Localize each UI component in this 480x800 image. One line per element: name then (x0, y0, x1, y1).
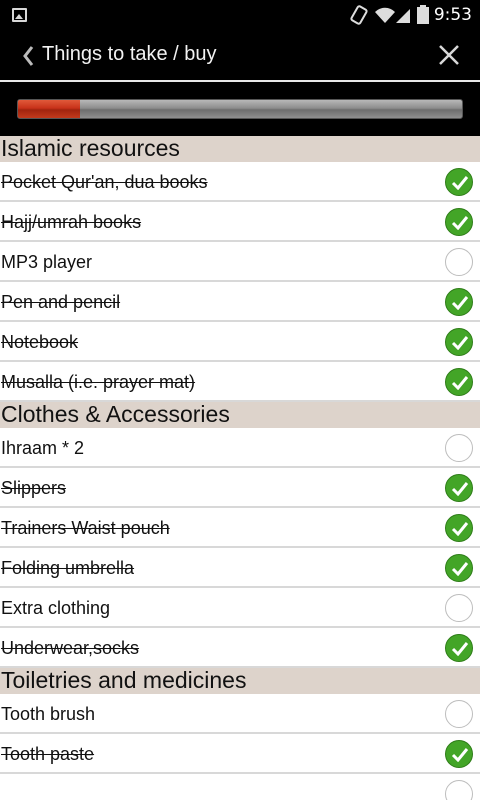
item-label: Slippers (1, 478, 67, 498)
checked-circle-icon[interactable] (445, 634, 473, 662)
item-label: Notebook (1, 332, 79, 352)
list-item[interactable]: Underwear,socks (0, 628, 480, 668)
checked-circle-icon[interactable] (445, 288, 473, 316)
item-label: Tooth brush (1, 704, 96, 724)
list-item[interactable] (0, 774, 480, 800)
unchecked-circle-icon[interactable] (445, 780, 473, 800)
list-item[interactable]: Musalla (i.e. prayer mat) (0, 362, 480, 402)
item-label: Pocket Qur'an, dua books (1, 172, 208, 192)
item-label: Extra clothing (1, 598, 111, 618)
back-chevron-icon[interactable] (22, 45, 34, 67)
rotation-icon (350, 5, 368, 25)
checked-circle-icon[interactable] (445, 740, 473, 768)
item-label: Underwear,socks (1, 638, 140, 658)
progress-area (0, 82, 480, 136)
unchecked-circle-icon[interactable] (445, 434, 473, 462)
checked-circle-icon[interactable] (445, 368, 473, 396)
list-item[interactable]: Tooth paste (0, 734, 480, 774)
list-item[interactable]: Hajj/umrah books (0, 202, 480, 242)
signal-icon (396, 9, 410, 23)
checked-circle-icon[interactable] (445, 554, 473, 582)
list-item[interactable]: Extra clothing (0, 588, 480, 628)
status-bar: 9:53 (0, 0, 480, 30)
list-item[interactable]: Pocket Qur'an, dua books (0, 162, 480, 202)
list-item[interactable]: Slippers (0, 468, 480, 508)
list-item[interactable]: Tooth brush (0, 694, 480, 734)
item-label: Hajj/umrah books (1, 212, 142, 232)
section-header: Toiletries and medicines (0, 668, 480, 694)
list-item[interactable]: Folding umbrella (0, 548, 480, 588)
gallery-notification-icon (12, 8, 27, 22)
close-icon[interactable] (438, 44, 460, 66)
list-item[interactable]: MP3 player (0, 242, 480, 282)
list-item[interactable]: Pen and pencil (0, 282, 480, 322)
progress-bar (17, 99, 463, 119)
item-label: Folding umbrella (1, 558, 135, 578)
section-header: Islamic resources (0, 136, 480, 162)
progress-fill (18, 100, 81, 118)
checked-circle-icon[interactable] (445, 328, 473, 356)
unchecked-circle-icon[interactable] (445, 248, 473, 276)
item-label: Pen and pencil (1, 292, 121, 312)
list-item[interactable]: Notebook (0, 322, 480, 362)
checked-circle-icon[interactable] (445, 474, 473, 502)
checked-circle-icon[interactable] (445, 168, 473, 196)
item-label: MP3 player (1, 252, 93, 272)
unchecked-circle-icon[interactable] (445, 594, 473, 622)
status-time: 9:53 (433, 5, 472, 25)
checked-circle-icon[interactable] (445, 208, 473, 236)
screen-title[interactable]: Things to take / buy (42, 43, 217, 66)
action-bar: Things to take / buy (0, 30, 480, 82)
checked-circle-icon[interactable] (445, 514, 473, 542)
list-item[interactable]: Ihraam * 2 (0, 428, 480, 468)
item-label: Tooth paste (1, 744, 95, 764)
section-header: Clothes & Accessories (0, 402, 480, 428)
unchecked-circle-icon[interactable] (445, 700, 473, 728)
item-label: Trainers Waist pouch (1, 518, 170, 538)
battery-icon (417, 5, 429, 24)
list-item[interactable]: Trainers Waist pouch (0, 508, 480, 548)
item-label: Ihraam * 2 (1, 438, 85, 458)
checklist: Islamic resources Pocket Qur'an, dua book… (0, 136, 480, 800)
item-label: Musalla (i.e. prayer mat) (1, 372, 196, 392)
